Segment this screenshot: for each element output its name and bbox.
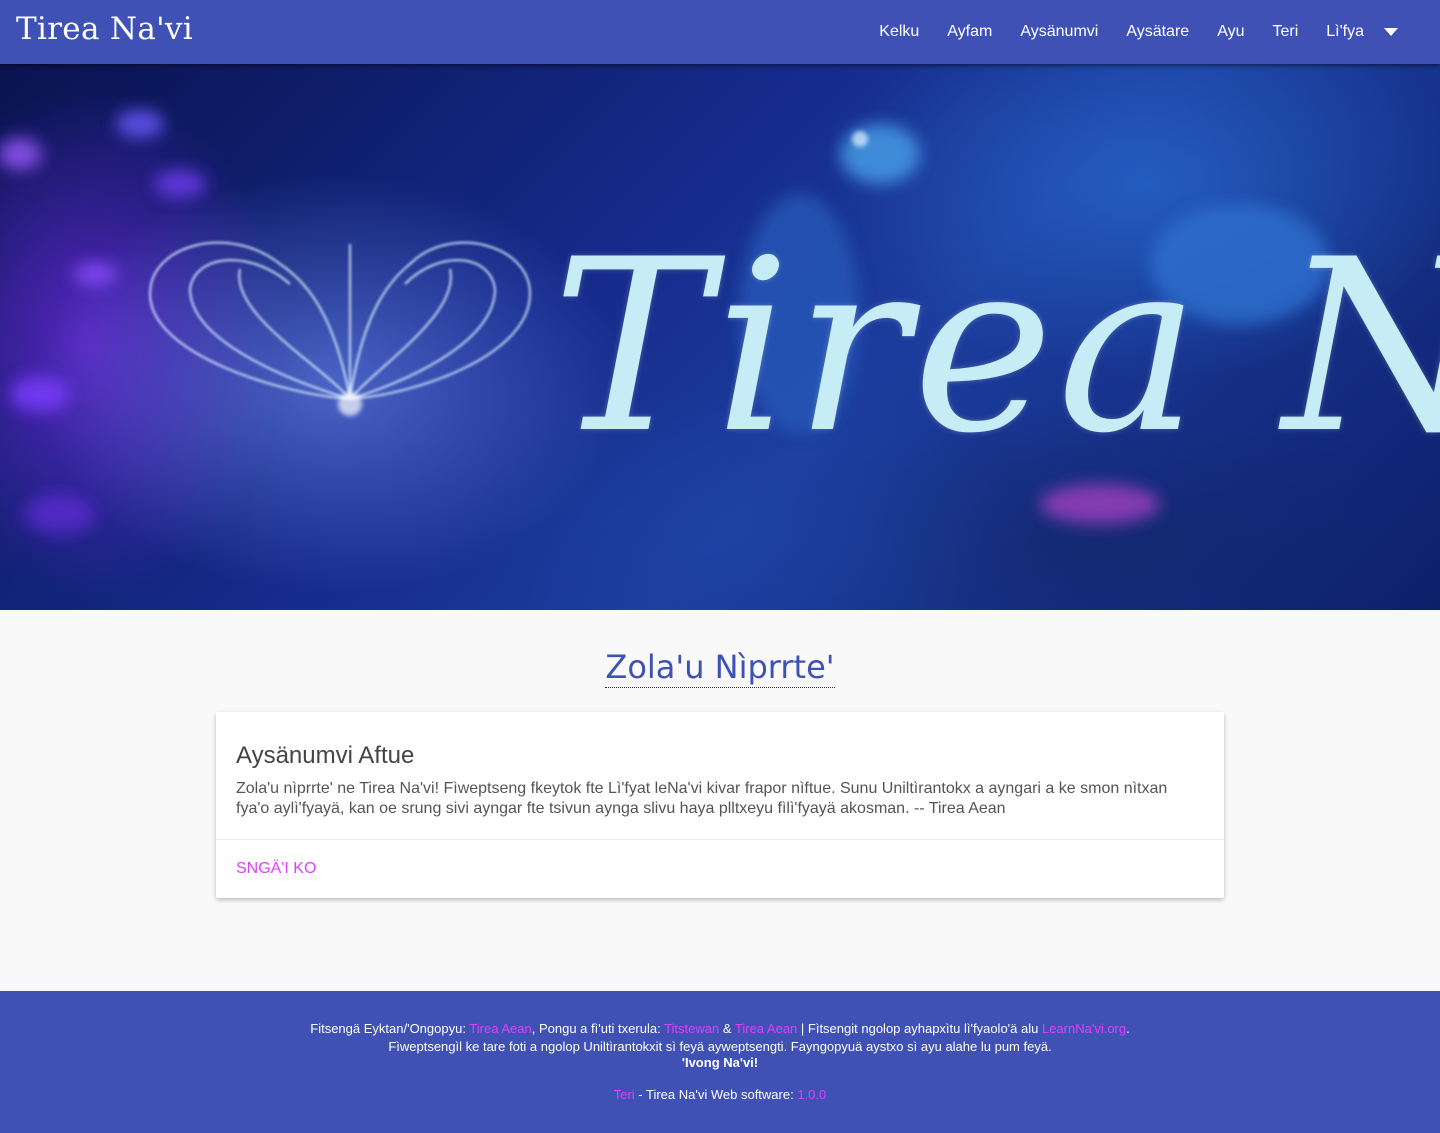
hero-title: Tirea Na'vi — [552, 209, 1440, 486]
footer-link-tirea-aean-2[interactable]: Tirea Aean — [735, 1021, 797, 1036]
news-card-text: Zola'u nìprrte' ne Tirea Na'vi! Fìweptse… — [236, 780, 1168, 817]
top-navbar: Tirea Na'vi Kelku Ayfam Aysänumvi Aysäta… — [0, 0, 1440, 64]
start-learning-button[interactable]: Sngä'i ko — [236, 860, 316, 878]
site-footer: Fitsengä Eyktan/'Ongopyu: Tirea Aean, Po… — [0, 991, 1440, 1133]
footer-link-learnnavi[interactable]: LearnNa'vi.org — [1042, 1021, 1126, 1036]
footer-link-tirea-aean[interactable]: Tirea Aean — [469, 1021, 531, 1036]
news-card-title: Aysänumvi Aftue — [236, 742, 415, 769]
language-dropdown[interactable]: Lì'fya — [1312, 0, 1404, 64]
welcome-heading: Zola'u Nìprrte' — [605, 648, 835, 688]
footer-credits-mid: , Pongu a fì'uti txerula: — [531, 1021, 665, 1036]
footer-credits-line: Fitsengä Eyktan/'Ongopyu: Tirea Aean, Po… — [0, 1020, 1440, 1038]
footer-version-line: Teri - Tirea Na'vi Web software: 1.0.0 — [0, 1086, 1440, 1104]
footer-credits-mid-2: | Fìtsengit ngolop ayhapxìtu lì'fyaolo'ä… — [797, 1021, 1042, 1036]
nav-item-ayfam[interactable]: Ayfam — [933, 0, 1006, 64]
brand-logo-text[interactable]: Tirea Na'vi — [16, 11, 193, 47]
nav-item-ayu[interactable]: Ayu — [1203, 0, 1258, 64]
news-card: Aysänumvi Aftue Zola'u nìprrte' ne Tirea… — [216, 712, 1224, 898]
footer-link-titstewan[interactable]: Titstewan — [664, 1021, 719, 1036]
nav-item-aysanumvi[interactable]: Aysänumvi — [1006, 0, 1112, 64]
footer-ampersand: & — [719, 1021, 735, 1036]
footer-credits-suffix: . — [1126, 1021, 1130, 1036]
page-section-title: Zola'u Nìprrte' — [0, 648, 1440, 688]
footer-link-teri[interactable]: Teri — [614, 1087, 635, 1102]
nav-menu: Kelku Ayfam Aysänumvi Aysätare Ayu Teri … — [865, 0, 1404, 64]
hero-banner: Tirea Na'vi — [0, 64, 1440, 610]
nav-item-kelku[interactable]: Kelku — [865, 0, 933, 64]
footer-credits-prefix: Fitsengä Eyktan/'Ongopyu: — [310, 1021, 470, 1036]
footer-motto: 'Ivong Na'vi! — [0, 1054, 1440, 1072]
footer-version-label: - Tirea Na'vi Web software: — [634, 1087, 798, 1102]
caret-down-icon — [1384, 28, 1398, 36]
language-dropdown-label: Lì'fya — [1326, 23, 1364, 40]
nav-item-teri[interactable]: Teri — [1258, 0, 1312, 64]
footer-motto-text: 'Ivong Na'vi! — [681, 1055, 759, 1070]
nav-item-aysatare[interactable]: Aysätare — [1112, 0, 1203, 64]
card-divider — [216, 839, 1224, 840]
footer-version-link[interactable]: 1.0.0 — [797, 1087, 826, 1102]
